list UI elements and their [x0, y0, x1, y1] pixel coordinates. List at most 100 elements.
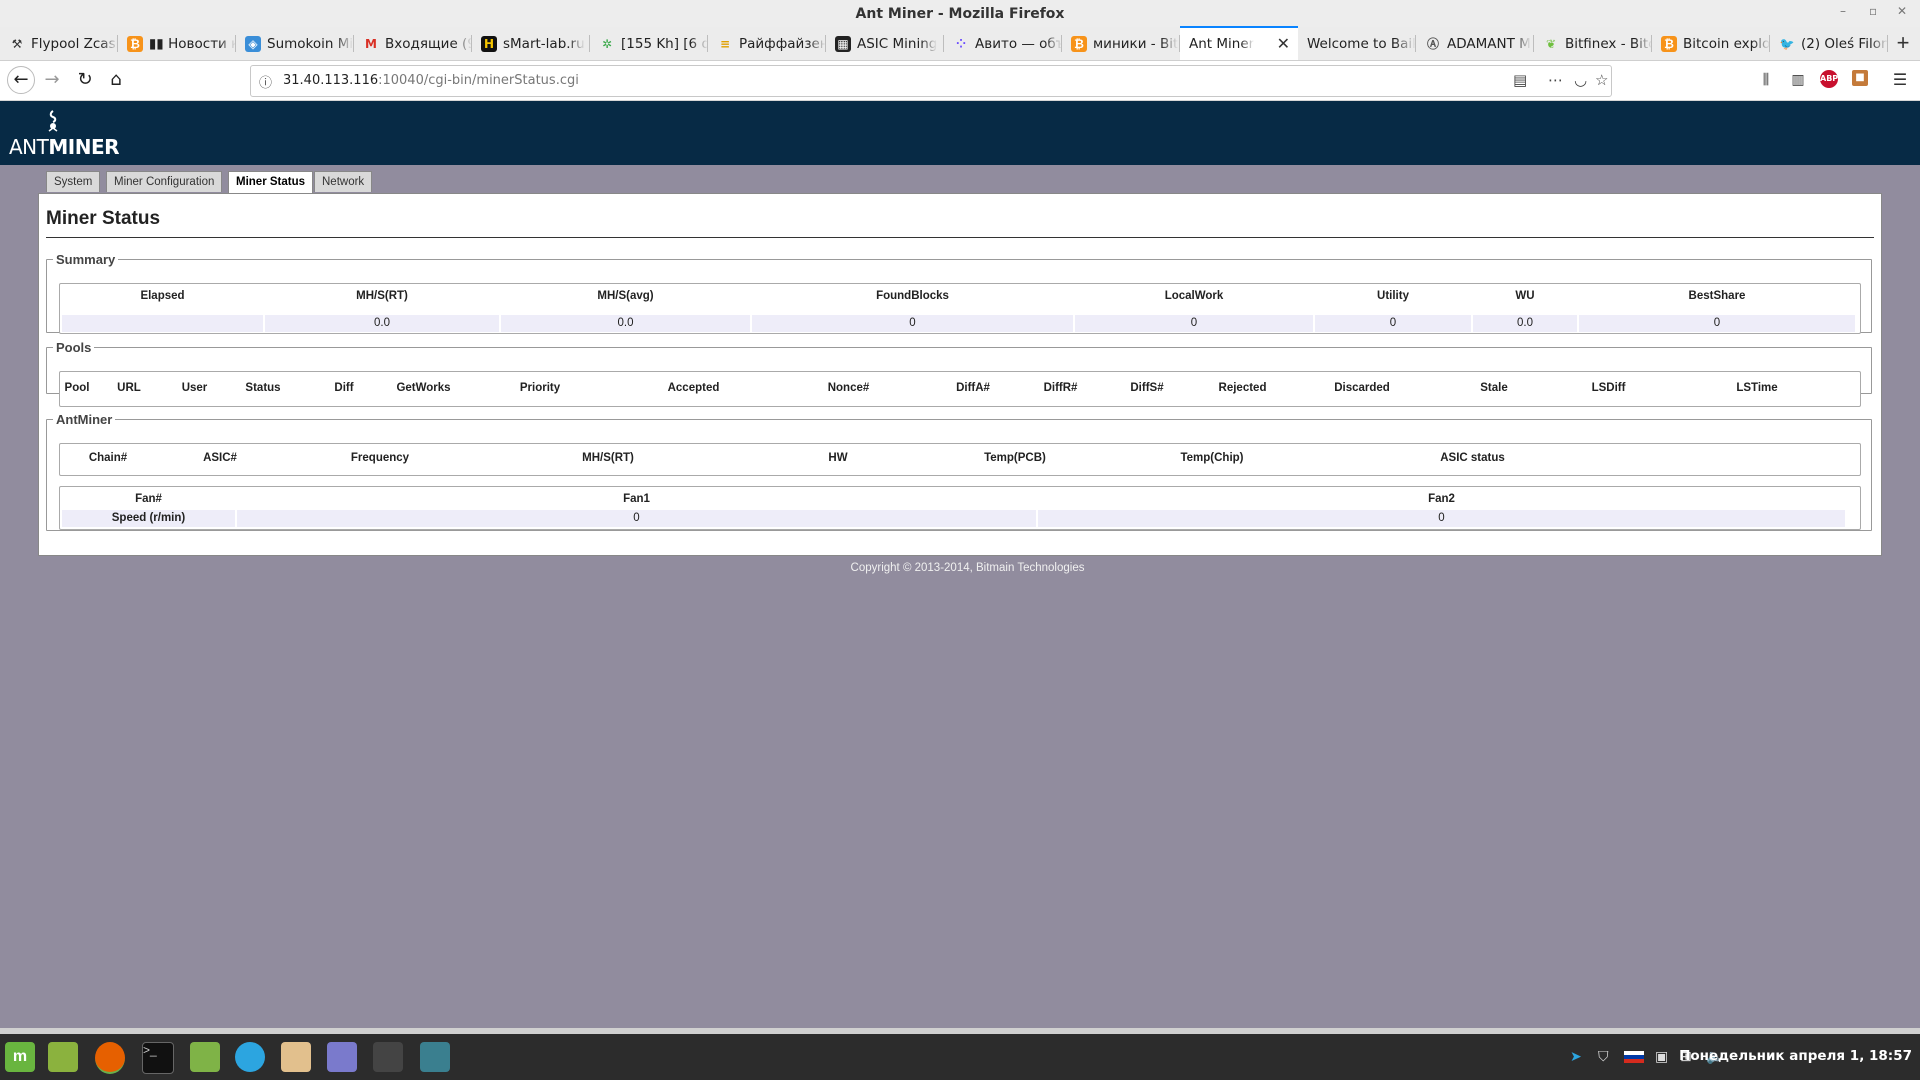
close-tab-icon[interactable]: ✕: [1277, 34, 1290, 53]
sumokoin-icon: ◈: [245, 35, 261, 52]
bitcoin-icon: ₿: [1661, 35, 1677, 52]
pools-header-cell: Pool: [64, 382, 90, 394]
browser-tab-label: ASIC Mining: [857, 35, 938, 52]
extension-icon[interactable]: ■: [1852, 70, 1868, 86]
browser-tab[interactable]: ₿ ▮▮ Новости к: [118, 27, 236, 60]
browser-tab[interactable]: ▦ ASIC Mining: [826, 27, 944, 60]
shield-tray-icon[interactable]: ⛉: [1598, 1049, 1609, 1065]
browser-tab-label: Входящие (9: [385, 35, 472, 52]
reload-icon[interactable]: ↻: [72, 67, 98, 93]
menu-icon[interactable]: ☰: [1890, 70, 1910, 90]
leaf-icon: ❦: [1545, 36, 1557, 51]
fan-header-cell: Fan1: [623, 493, 650, 505]
sidebar-icon[interactable]: ▥: [1788, 70, 1808, 90]
smartlab-icon: H: [481, 35, 497, 52]
show-desktop-icon[interactable]: [48, 1042, 78, 1072]
pools-legend: Pools: [56, 340, 92, 355]
back-button[interactable]: ←: [7, 66, 35, 94]
tray-app-icon[interactable]: ▣: [1655, 1049, 1668, 1065]
browser-tab[interactable]: ◈ Sumokoin Mi: [236, 27, 354, 60]
chain-header-cell: HW: [828, 452, 848, 464]
browser-tab[interactable]: M Входящие (9: [354, 27, 472, 60]
page-tab[interactable]: Miner Configuration: [106, 171, 223, 192]
browser-tab-label: миники - Bit: [1093, 35, 1179, 52]
chain-table: Chain# ASIC# Frequency MH/S(RT) HW Temp(PCB) T…: [59, 443, 1861, 476]
mint-menu-icon[interactable]: m: [5, 1042, 35, 1072]
close-window-icon[interactable]: ✕: [1897, 4, 1907, 18]
browser-tab[interactable]: ⚒ Flypool Zcash: [0, 27, 118, 60]
browser-tab-label: Авито — объ: [975, 35, 1062, 52]
chain-header-cell: Temp(Chip): [1180, 452, 1244, 464]
firefox-app-icon[interactable]: [95, 1042, 125, 1074]
pocket-icon[interactable]: ◡: [1574, 71, 1587, 89]
browser-tab[interactable]: Ⓐ ADAMANT M: [1416, 27, 1534, 60]
summary-header-cell: MH/S(avg): [597, 290, 654, 302]
avito-icon: ⁘: [955, 36, 967, 51]
summary-value-cell: 0: [1315, 315, 1471, 332]
browser-tab[interactable]: 🐦 (2) Oleś Filon: [1770, 27, 1888, 60]
raiffeisen-icon: ≡: [719, 36, 731, 51]
pickaxe-icon: ⚒: [11, 36, 23, 51]
summary-header-cell: BestShare: [1688, 290, 1746, 302]
browser-tab[interactable]: ❦ Bitfinex - Bitc: [1534, 27, 1652, 60]
chain-header-row: Chain# ASIC# Frequency MH/S(RT) HW Temp(PCB) T…: [60, 450, 1860, 468]
fan-speed-cell: Speed (r/min): [62, 510, 235, 527]
files-app-icon[interactable]: [190, 1042, 220, 1072]
browser-tab[interactable]: ✲ [155 Kh] [6 d: [590, 27, 708, 60]
browser-tab[interactable]: Welcome to Baik: [1298, 27, 1416, 60]
reader-view-icon[interactable]: ▤: [1513, 71, 1527, 89]
browser-tab-label: Bitcoin explo: [1683, 35, 1770, 52]
update-manager-icon[interactable]: [420, 1042, 450, 1072]
telegram-tray-icon[interactable]: ➤: [1570, 1049, 1582, 1065]
browser-tab[interactable]: Ant Miner ✕: [1180, 26, 1298, 60]
pools-header-cell: LSDiff: [1591, 382, 1626, 394]
summary-value-cell: 0: [752, 315, 1073, 332]
clock[interactable]: Понедельник апреля 1, 18:57: [1679, 1048, 1912, 1064]
maximize-icon[interactable]: ▫: [1869, 4, 1877, 18]
browser-tab[interactable]: ⁘ Авито — объ: [944, 27, 1062, 60]
browser-tab-label: ADAMANT M: [1447, 35, 1531, 52]
minimize-icon[interactable]: –: [1840, 4, 1846, 18]
pools-header-cell: Discarded: [1334, 382, 1390, 394]
adblock-icon[interactable]: ABP: [1820, 70, 1838, 88]
chain-header-cell: ASIC status: [1440, 452, 1505, 464]
fan-speed-cell: 0: [1038, 510, 1845, 527]
page-tab[interactable]: System: [46, 171, 101, 192]
summary-legend: Summary: [56, 252, 116, 267]
pools-header-cell: User: [181, 382, 208, 394]
antminer-legend: AntMiner: [56, 412, 113, 427]
bitcoin-icon: ₿: [1071, 35, 1087, 52]
browser-tab[interactable]: ₿ Bitcoin explo: [1652, 27, 1770, 60]
telegram-app-icon[interactable]: [235, 1042, 265, 1072]
summary-table: Elapsed MH/S(RT) MH/S(avg) FoundBlocks Local…: [59, 283, 1861, 334]
pools-header-cell: URL: [117, 382, 141, 394]
summary-header-row: Elapsed MH/S(RT) MH/S(avg) FoundBlocks Local…: [60, 288, 1860, 306]
pools-header-cell: DiffR#: [1043, 382, 1078, 394]
navigation-bar: ← → ↻ ⌂ ⓘ 31.40.113.116:10040/cgi-bin/mi…: [0, 61, 1920, 101]
calculator-app-icon[interactable]: [373, 1042, 403, 1072]
new-tab-button[interactable]: +: [1886, 27, 1920, 60]
archive-app-icon[interactable]: [281, 1042, 311, 1072]
page-tab[interactable]: Miner Status: [228, 171, 314, 193]
summary-value-cell: 0.0: [1473, 315, 1577, 332]
keyboard-layout-flag-icon[interactable]: [1624, 1051, 1644, 1063]
summary-value-cell: 0.0: [265, 315, 499, 332]
text-editor-app-icon[interactable]: [327, 1042, 357, 1072]
pools-header-cell: GetWorks: [396, 382, 451, 394]
url-bar[interactable]: ⓘ 31.40.113.116:10040/cgi-bin/minerStatu…: [250, 65, 1612, 97]
fan-header-cell: Fan#: [135, 493, 162, 505]
window-title: Ant Miner - Mozilla Firefox: [0, 0, 1920, 27]
os-taskbar: m >_ ➤ ⛉ ▣ ⊞ 🔈 Понедельник апреля 1, 18:…: [0, 1034, 1920, 1080]
site-info-icon[interactable]: ⓘ: [259, 72, 272, 91]
page-actions-icon[interactable]: ⋯: [1548, 71, 1563, 89]
forward-button[interactable]: →: [39, 67, 65, 93]
terminal-app-icon[interactable]: >_: [142, 1042, 174, 1074]
home-icon[interactable]: ⌂: [103, 67, 129, 93]
browser-tab[interactable]: ≡ Райффайзен: [708, 27, 826, 60]
bookmark-star-icon[interactable]: ☆: [1595, 71, 1608, 89]
pools-header-cell: Diff: [334, 382, 354, 394]
browser-tab[interactable]: HsMart-lab.ru: [472, 27, 590, 60]
browser-tab[interactable]: ₿ миники - Bit: [1062, 27, 1180, 60]
library-icon[interactable]: ⫼: [1756, 70, 1776, 90]
page-tab[interactable]: Network: [314, 171, 373, 192]
